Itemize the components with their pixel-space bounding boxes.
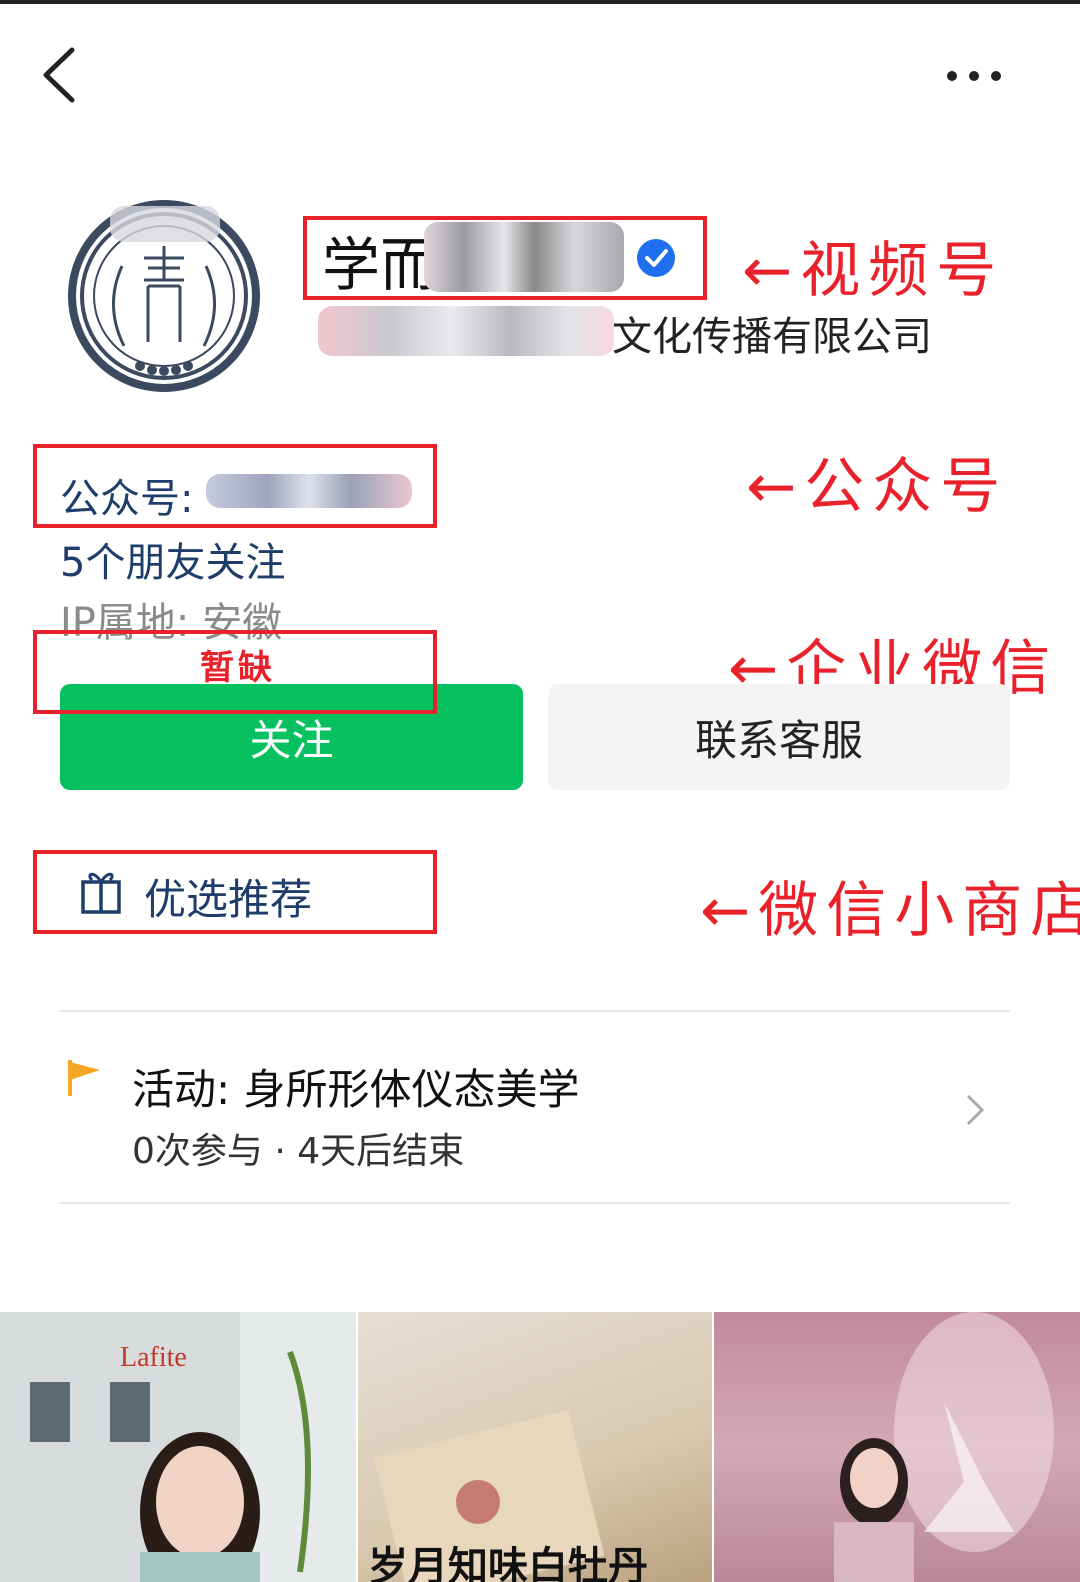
company-blur-patch <box>318 306 614 356</box>
thumbnail-caption: 岁月知味白牡丹 <box>368 1544 648 1582</box>
annotation-box-wecom-overlay <box>33 630 437 714</box>
more-dots-icon[interactable] <box>940 62 1010 90</box>
annotation-official-account: ←公众号 <box>746 452 1009 522</box>
activity-title[interactable]: 活动: 身所形体仪态美学 <box>132 1056 580 1117</box>
video-thumbnail-2[interactable]: 岁月知味白牡丹 <box>358 1312 712 1582</box>
annotation-shop: ←微信小商店 <box>700 876 1080 946</box>
video-thumbnail-3[interactable] <box>714 1312 1080 1582</box>
friends-following[interactable]: 5个朋友关注 <box>60 530 285 588</box>
annotation-box-shop <box>33 850 437 934</box>
flag-icon <box>66 1058 104 1098</box>
back-chevron-icon[interactable] <box>38 44 84 106</box>
svg-text:Lafite: Lafite <box>120 1342 187 1373</box>
divider-top <box>60 1010 1010 1012</box>
annotation-video: ←视频号 <box>742 236 1005 306</box>
activity-meta: 0次参与 · 4天后结束 <box>132 1131 465 1172</box>
company-name: 文化传播有限公司 <box>612 314 932 360</box>
annotation-box-official-account <box>33 444 437 528</box>
avatar-blur-patch <box>110 206 220 242</box>
status-bar-edge <box>0 0 1080 4</box>
divider-bottom <box>60 1202 1010 1204</box>
annotation-box-video <box>303 216 707 300</box>
contact-service-button[interactable]: 联系客服 <box>548 684 1010 790</box>
video-thumbnail-1[interactable]: Lafite <box>0 1312 356 1582</box>
chevron-right-icon[interactable] <box>962 1092 988 1128</box>
